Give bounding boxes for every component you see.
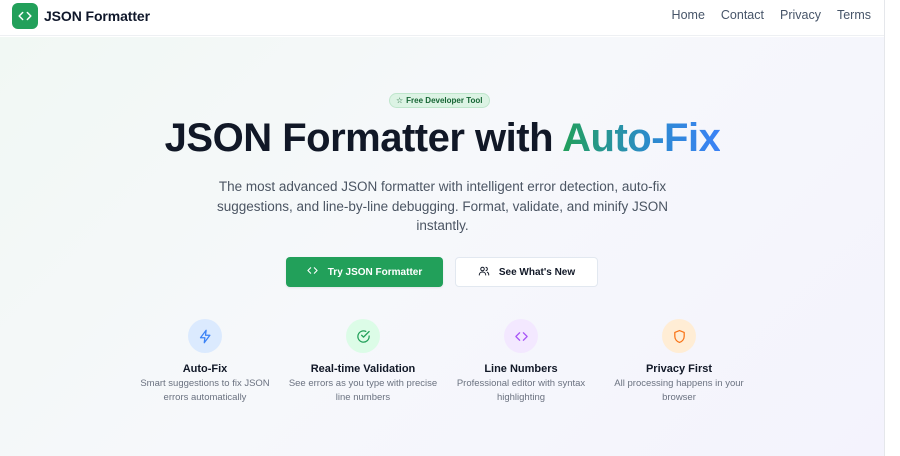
brand-name: JSON Formatter (44, 8, 150, 24)
code-brackets-icon (307, 265, 318, 279)
feature-line-numbers: Line Numbers Professional editor with sy… (441, 319, 601, 405)
lightning-icon (188, 319, 222, 353)
users-icon (478, 265, 490, 280)
hero-section: ☆ Free Developer Tool JSON Formatter wit… (0, 37, 884, 456)
feature-desc: Professional editor with syntax highligh… (456, 378, 586, 403)
hero-subtitle: The most advanced JSON formatter with in… (217, 179, 668, 233)
brand-logo-link[interactable]: JSON Formatter (12, 3, 150, 29)
feature-real-time-validation: Real-time Validation See errors as you t… (283, 319, 443, 405)
shield-icon (662, 319, 696, 353)
feature-desc: All processing happens in your browser (614, 378, 744, 403)
nav-contact[interactable]: Contact (721, 8, 764, 22)
try-json-formatter-button[interactable]: Try JSON Formatter (286, 257, 443, 287)
feature-title: Line Numbers (484, 363, 558, 375)
code-brackets-icon (12, 3, 38, 29)
feature-title: Auto-Fix (182, 363, 228, 375)
nav-terms[interactable]: Terms (837, 8, 871, 22)
badge-label: Free Developer Tool (406, 96, 483, 105)
try-button-label: Try JSON Formatter (327, 266, 423, 278)
see-whats-new-button[interactable]: See What's New (455, 257, 598, 287)
code-brackets-icon (504, 319, 538, 353)
page: JSON Formatter Home Contact Privacy Term… (0, 0, 885, 456)
page-title: JSON Formatter with Auto-Fix (0, 115, 884, 161)
feature-title: Real-time Validation (310, 363, 416, 375)
main-nav: Home Contact Privacy Terms (672, 0, 871, 30)
whats-new-label: See What's New (498, 266, 576, 278)
check-circle-icon (346, 319, 380, 353)
feature-title: Privacy First (645, 363, 713, 375)
feature-desc: See errors as you type with precise line… (288, 378, 438, 403)
feature-auto-fix: Auto-Fix Smart suggestions to fix JSON e… (125, 319, 285, 405)
title-accent: Auto-Fix (562, 116, 721, 160)
feature-desc: Smart suggestions to fix JSON errors aut… (140, 378, 270, 403)
nav-privacy[interactable]: Privacy (780, 8, 821, 22)
nav-home[interactable]: Home (672, 8, 705, 22)
title-main: JSON Formatter with (164, 116, 563, 160)
star-icon: ☆ (396, 96, 404, 105)
feature-privacy-first: Privacy First All processing happens in … (599, 319, 759, 405)
site-header: JSON Formatter Home Contact Privacy Term… (0, 0, 884, 36)
free-tool-badge: ☆ Free Developer Tool (389, 93, 490, 108)
